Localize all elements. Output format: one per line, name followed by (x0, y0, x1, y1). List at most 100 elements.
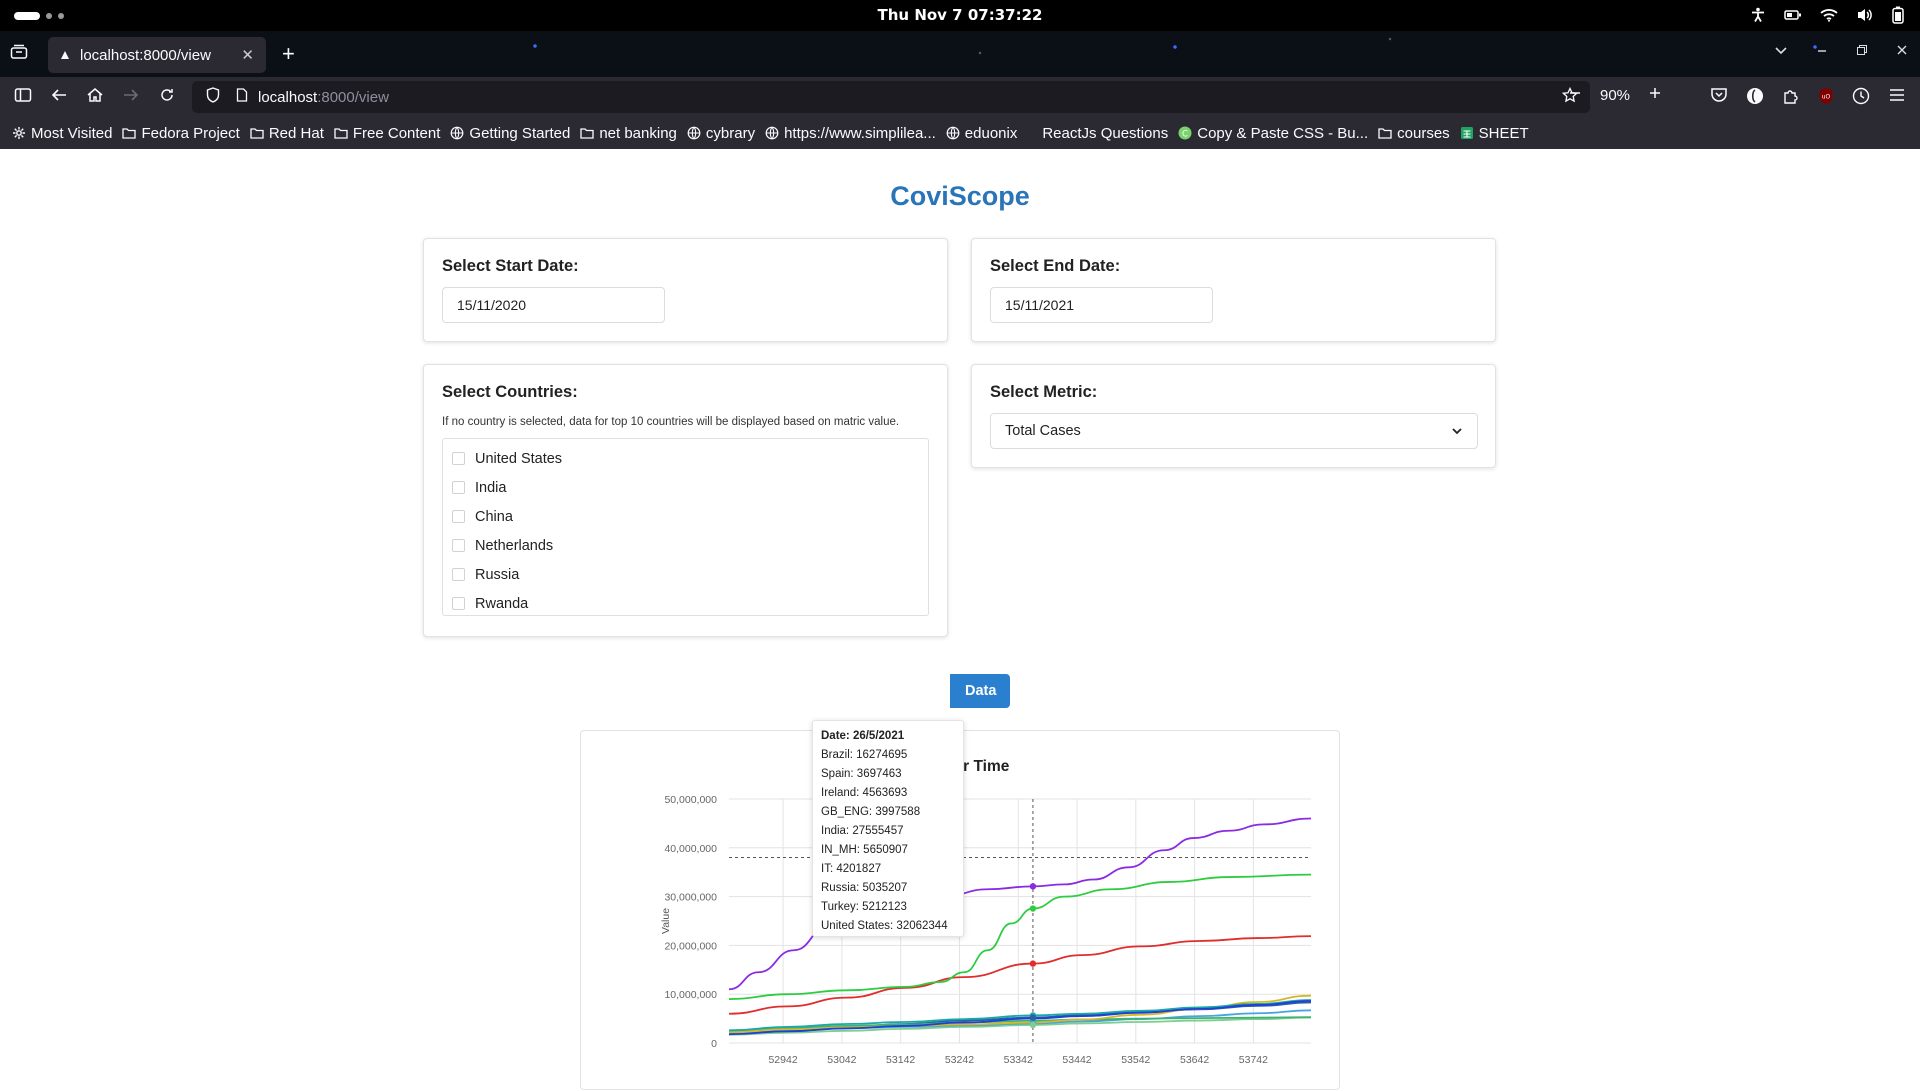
bookmark-item[interactable]: Red Hat (250, 125, 324, 142)
zoom-out-icon[interactable] (1568, 86, 1582, 104)
extensions-icon[interactable] (1782, 87, 1800, 110)
system-top-bar: Thu Nov 7 07:37:22 (0, 0, 1920, 31)
y-axis-label: Value (660, 908, 672, 934)
bookmark-item[interactable]: https://www.simplilea... (765, 125, 936, 142)
battery-saver-icon[interactable] (1784, 8, 1802, 22)
tracking-protection-shield-icon[interactable] (206, 87, 220, 107)
bookmark-label: eduonix (964, 124, 1018, 142)
hover-point[interactable] (1029, 960, 1037, 967)
metric-selected-value: Total Cases (1005, 423, 1081, 439)
start-date-label: Select Start Date: (442, 257, 579, 275)
wifi-icon[interactable] (1820, 8, 1838, 22)
country-checkbox[interactable] (452, 539, 465, 552)
country-checkbox[interactable] (452, 481, 465, 494)
minimize-icon[interactable] (1816, 43, 1828, 60)
country-option[interactable]: United States (443, 444, 928, 473)
browser-tab-strip: localhost:8000/view ✕ + (0, 31, 1920, 77)
fetch-data-button[interactable]: Data (950, 674, 1010, 708)
bookmark-item[interactable]: net banking (580, 125, 677, 142)
bookmark-label: Fedora Project (141, 124, 240, 142)
sheets-icon (1460, 126, 1474, 140)
history-icon[interactable] (1852, 87, 1870, 110)
bookmark-item[interactable]: courses (1378, 125, 1450, 142)
account-icon[interactable] (1746, 87, 1764, 110)
bookmark-item[interactable]: Getting Started (450, 125, 570, 142)
svg-text:C: C (1182, 129, 1188, 139)
country-checkbox[interactable] (452, 510, 465, 523)
tooltip-row: Brazil: 16274695 (821, 749, 908, 761)
bookmark-label: https://www.simplilea... (784, 124, 936, 142)
folder-icon (122, 127, 137, 139)
globe-icon (946, 126, 960, 140)
x-tick-label: 53542 (1121, 1054, 1150, 1066)
list-all-tabs-icon[interactable] (1774, 43, 1788, 60)
country-checkbox[interactable] (452, 597, 465, 610)
menu-icon[interactable] (1888, 87, 1906, 110)
bookmark-item[interactable]: cybrary (687, 125, 755, 142)
country-label: India (475, 479, 507, 496)
series-line[interactable] (728, 935, 1312, 1015)
country-checkbox-list[interactable]: United States India China Netherlands Russia… (442, 438, 929, 616)
system-clock[interactable]: Thu Nov 7 07:37:22 (0, 6, 1920, 24)
country-option[interactable]: China (443, 502, 928, 531)
start-date-input[interactable] (442, 287, 665, 323)
country-checkbox[interactable] (452, 452, 465, 465)
back-icon[interactable] (50, 87, 68, 108)
end-date-card: Select End Date: (971, 238, 1496, 342)
country-label: United States (475, 450, 563, 467)
system-tray[interactable] (1750, 6, 1904, 24)
page-info-icon[interactable] (236, 88, 248, 106)
chart-tooltip: Date: 26/5/2021 Brazil: 16274695 Spain: 3… (812, 720, 964, 937)
pocket-icon[interactable] (1710, 87, 1728, 110)
country-option[interactable]: India (443, 473, 928, 502)
url-host: localhost (258, 88, 318, 106)
reload-icon[interactable] (159, 87, 175, 108)
country-checkbox[interactable] (452, 568, 465, 581)
tooltip-row: IN_MH: 5650907 (821, 844, 908, 856)
battery-icon[interactable] (1892, 6, 1904, 24)
hover-point[interactable] (1029, 1014, 1037, 1021)
tooltip-row: Ireland: 4563693 (821, 787, 908, 799)
url-bar[interactable]: localhost:8000/view (192, 81, 1590, 113)
bookmark-label: Free Content (352, 124, 441, 142)
hover-point[interactable] (1029, 883, 1037, 890)
restore-icon[interactable] (1856, 43, 1868, 60)
metric-select[interactable]: Total Cases (990, 413, 1478, 449)
copy-css-icon: C (1178, 126, 1192, 140)
country-option[interactable]: Russia (443, 560, 928, 589)
close-window-icon[interactable] (1896, 43, 1908, 60)
bookmark-item[interactable]: Fedora Project (122, 124, 240, 142)
tab-close-icon[interactable]: ✕ (241, 46, 254, 64)
country-option[interactable]: Netherlands (443, 531, 928, 560)
bookmark-item[interactable]: C Copy & Paste CSS - Bu... (1178, 125, 1368, 142)
accessibility-icon[interactable] (1750, 7, 1766, 23)
ublock-icon[interactable]: uO (1818, 87, 1834, 110)
x-tick-label: 53142 (886, 1054, 915, 1066)
forward-icon[interactable] (122, 87, 140, 108)
hover-point[interactable] (1029, 905, 1037, 912)
folder-icon (334, 127, 348, 139)
x-tick-label: 52942 (768, 1054, 797, 1066)
tab-overview-icon[interactable] (10, 44, 28, 65)
bookmark-item[interactable]: eduonix (946, 124, 1018, 142)
zoom-in-icon[interactable] (1648, 86, 1662, 104)
volume-icon[interactable] (1856, 7, 1874, 23)
x-tick-label: 53442 (1062, 1054, 1091, 1066)
zoom-level[interactable]: 90% (1600, 87, 1630, 104)
start-date-card: Select Start Date: (423, 238, 948, 342)
tooltip-row: IT: 4201827 (821, 863, 882, 875)
hover-point[interactable] (1029, 1021, 1037, 1029)
home-icon[interactable] (86, 87, 104, 108)
country-label: Netherlands (475, 537, 554, 554)
tooltip-row: India: 27555457 (821, 825, 904, 837)
end-date-input[interactable] (990, 287, 1213, 323)
country-option[interactable]: Rwanda (443, 589, 928, 618)
browser-tab-active[interactable]: localhost:8000/view ✕ (48, 37, 266, 73)
sidebar-toggle-icon[interactable] (14, 87, 32, 108)
tooltip-row: GB_ENG: 3997588 (821, 806, 921, 818)
bookmark-item[interactable]: SHEET (1460, 125, 1529, 142)
bookmark-item[interactable]: Most Visited (12, 125, 112, 142)
bookmark-item[interactable]: Free Content (334, 124, 441, 142)
new-tab-icon[interactable]: + (282, 41, 295, 67)
bookmark-item[interactable]: ReactJs Questions (1027, 125, 1168, 142)
